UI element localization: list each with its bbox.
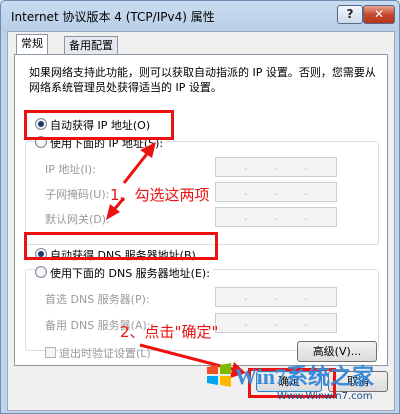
watermark-url: Www.Winwin7.com bbox=[277, 391, 373, 402]
windows-logo-icon bbox=[207, 363, 231, 387]
watermark: Win7系统之家 Www.Winwin7.com bbox=[205, 357, 395, 407]
annotation-arrows bbox=[106, 142, 246, 378]
watermark-brand: Win7系统之家 bbox=[235, 364, 374, 389]
annotation-step2: 2、点击"确定" bbox=[120, 323, 219, 341]
annotation-step1: 1、勾选这两项 bbox=[110, 186, 210, 204]
tab-general[interactable]: 常规 bbox=[16, 34, 48, 54]
